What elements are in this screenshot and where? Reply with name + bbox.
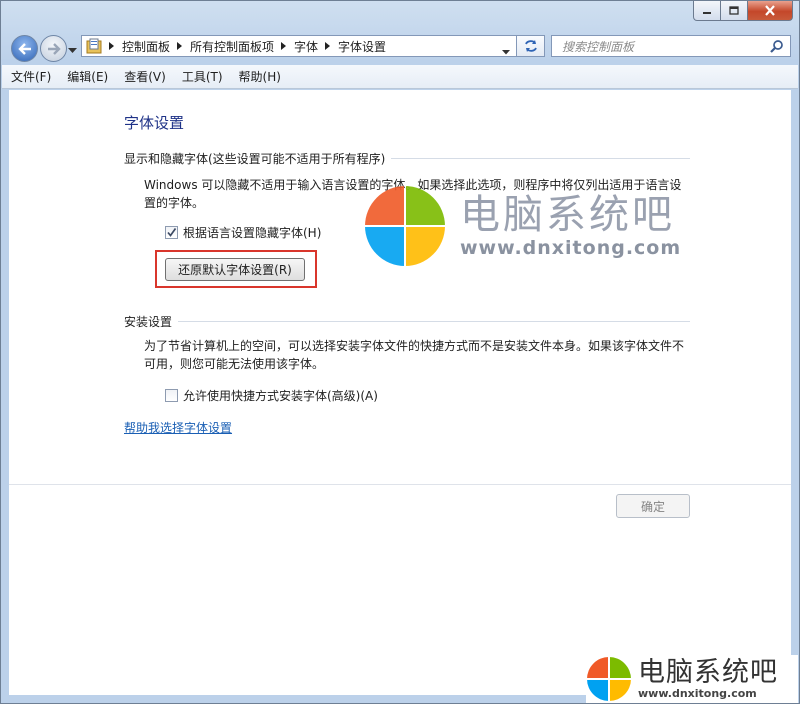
- refresh-icon: [524, 40, 537, 52]
- menu-edit[interactable]: 编辑(E): [67, 68, 108, 85]
- group-header-label: 显示和隐藏字体(这些设置可能不适用于所有程序): [124, 152, 386, 166]
- menu-tools[interactable]: 工具(T): [182, 68, 223, 85]
- shortcut-install-checkbox[interactable]: 允许使用快捷方式安装字体(高级)(A): [165, 387, 378, 404]
- group-header-display-hide: 显示和隐藏字体(这些设置可能不适用于所有程序): [124, 150, 690, 167]
- minimize-icon: [703, 11, 711, 14]
- back-button[interactable]: [11, 35, 38, 62]
- watermark: 电脑系统吧 www.dnxitong.com: [364, 185, 681, 267]
- search-input[interactable]: [560, 37, 769, 57]
- ok-button[interactable]: 确定: [616, 494, 690, 518]
- refresh-button[interactable]: [517, 35, 545, 57]
- description-line: 可用，则您可能无法使用该字体。: [144, 357, 325, 371]
- restore-default-settings-button[interactable]: 还原默认字体设置(R): [165, 258, 305, 281]
- chevron-down-icon: [502, 50, 510, 55]
- navigation-bar: 控制面板 所有控制面板项 字体 字体设置: [1, 32, 799, 64]
- search-icon[interactable]: [770, 39, 784, 56]
- maximize-button[interactable]: [721, 1, 748, 21]
- recent-pages-dropdown[interactable]: [68, 43, 77, 57]
- forward-button[interactable]: [40, 35, 67, 62]
- back-arrow-icon: [17, 42, 31, 55]
- chevron-down-icon: [68, 48, 77, 53]
- watermark-name: 电脑系统吧: [460, 192, 675, 238]
- help-link[interactable]: 帮助我选择字体设置: [124, 419, 232, 436]
- checkbox-box[interactable]: [165, 226, 178, 239]
- address-bar[interactable]: 控制面板 所有控制面板项 字体 字体设置: [81, 35, 517, 57]
- control-panel-folder-icon: [86, 38, 102, 54]
- checkmark-icon: [167, 228, 177, 237]
- search-box[interactable]: [551, 35, 791, 57]
- minimize-button[interactable]: [693, 1, 721, 21]
- checkbox-label[interactable]: 根据语言设置隐藏字体(H): [183, 224, 321, 241]
- watermark-url: www.dnxitong.com: [638, 686, 757, 700]
- group-header-install: 安装设置: [124, 313, 690, 330]
- checkbox-box[interactable]: [165, 389, 178, 402]
- breadcrumb-separator[interactable]: [177, 42, 183, 50]
- close-icon: [765, 5, 775, 16]
- maximize-icon: [729, 5, 739, 15]
- page-title: 字体设置: [124, 114, 185, 132]
- group-divider: [178, 321, 690, 322]
- breadcrumb-all-items[interactable]: 所有控制面板项: [190, 38, 274, 55]
- breadcrumb-separator[interactable]: [281, 42, 287, 50]
- description-line: 为了节省计算机上的空间，可以选择安装字体文件的快捷方式而不是安装文件本身。如果该…: [144, 339, 685, 353]
- windows-logo-icon: [587, 657, 631, 701]
- menu-view[interactable]: 查看(V): [124, 68, 166, 85]
- watermark-name: 电脑系统吧: [638, 656, 778, 688]
- address-history-dropdown[interactable]: [502, 44, 510, 58]
- breadcrumb-font-settings[interactable]: 字体设置: [338, 38, 386, 55]
- corner-watermark: 电脑系统吧 www.dnxitong.com: [586, 655, 798, 703]
- footer-separator: [9, 484, 791, 485]
- install-description: 为了节省计算机上的空间，可以选择安装字体文件的快捷方式而不是安装文件本身。如果该…: [144, 337, 684, 373]
- breadcrumb-control-panel[interactable]: 控制面板: [122, 38, 170, 55]
- breadcrumb-fonts[interactable]: 字体: [294, 38, 318, 55]
- forward-arrow-icon: [47, 42, 61, 55]
- menu-bar: 文件(F) 编辑(E) 查看(V) 工具(T) 帮助(H): [2, 65, 798, 89]
- menu-file[interactable]: 文件(F): [11, 68, 51, 85]
- group-divider: [391, 158, 690, 159]
- menu-help[interactable]: 帮助(H): [239, 68, 281, 85]
- windows-logo-icon: [365, 186, 445, 266]
- breadcrumb-separator[interactable]: [325, 42, 331, 50]
- close-button[interactable]: [748, 1, 793, 21]
- breadcrumb-separator[interactable]: [109, 42, 114, 50]
- hide-fonts-checkbox[interactable]: 根据语言设置隐藏字体(H): [165, 224, 321, 241]
- group-header-label: 安装设置: [124, 315, 173, 329]
- window-controls: [693, 1, 793, 21]
- checkbox-label[interactable]: 允许使用快捷方式安装字体(高级)(A): [183, 387, 378, 404]
- watermark-url: www.dnxitong.com: [460, 237, 682, 259]
- window-frame: 控制面板 所有控制面板项 字体 字体设置 文件(F) 编辑(E) 查看(V) 工…: [0, 0, 800, 704]
- content-area: 字体设置 显示和隐藏字体(这些设置可能不适用于所有程序) Windows 可以隐…: [9, 90, 791, 695]
